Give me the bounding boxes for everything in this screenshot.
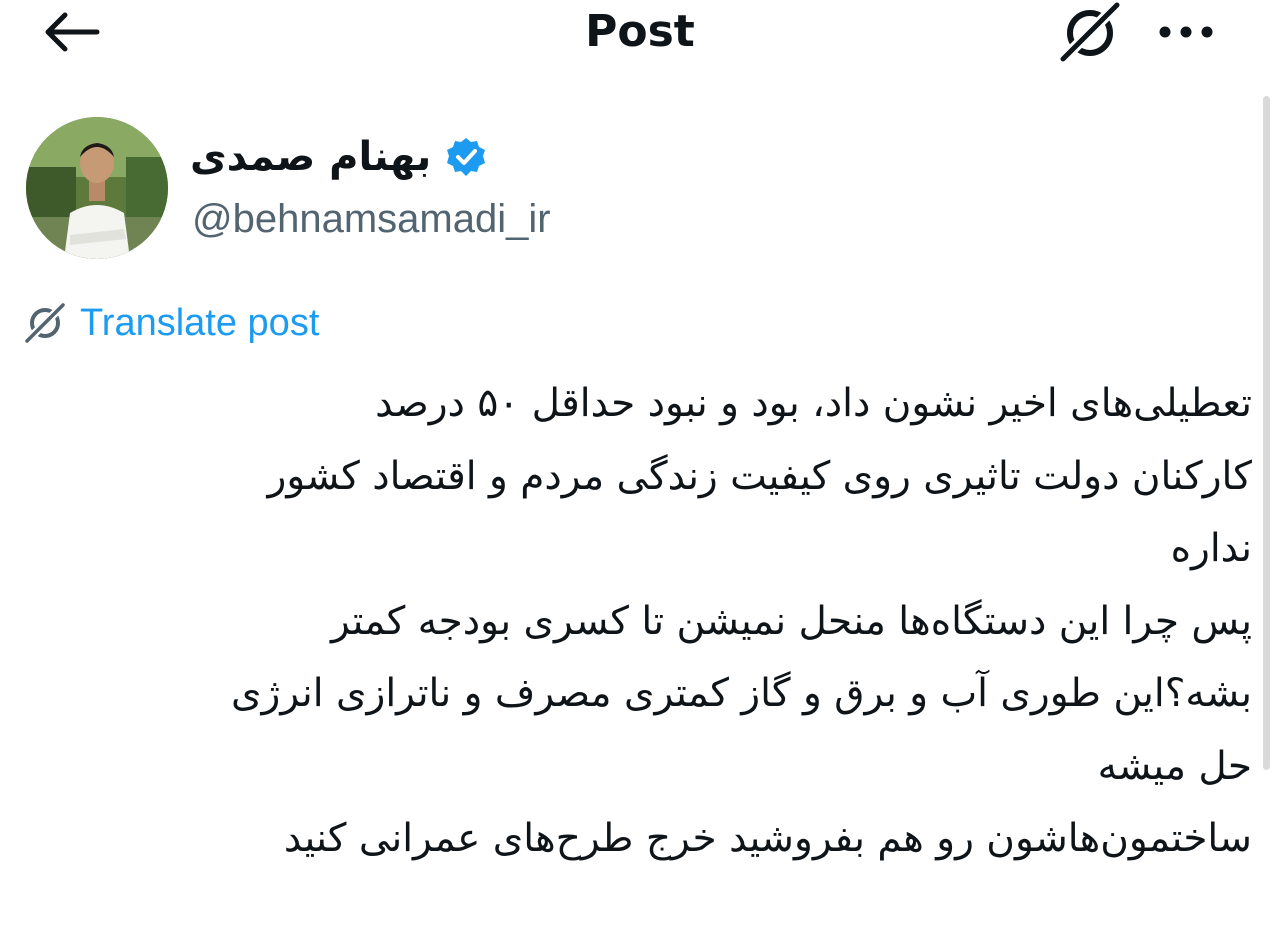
translate-post-label: Translate post xyxy=(80,301,320,344)
post-text-line: بشه؟این طوری آب و برق و گاز کمتری مصرف و… xyxy=(231,671,1252,716)
post-text-line: کارکنان دولت تاثیری روی کیفیت زندگی مردم… xyxy=(267,453,1252,499)
scrollbar[interactable] xyxy=(1263,96,1270,770)
profile-photo xyxy=(26,117,168,259)
author-name-row: بهنام صمدی xyxy=(190,130,487,184)
more-horizontal-icon xyxy=(1159,26,1213,38)
more-options-button[interactable] xyxy=(1150,8,1222,56)
top-bar: Post xyxy=(0,0,1280,70)
grok-button[interactable] xyxy=(1054,1,1126,63)
post-text: تعطیلی‌های اخیر نشون داد، بود و نبود حدا… xyxy=(30,368,1252,876)
post-text-line: ساختمون‌هاشون رو هم بفروشید خرج طرح‌های … xyxy=(283,816,1252,861)
avatar[interactable] xyxy=(26,117,168,259)
post-text-line: نداره xyxy=(1170,526,1252,571)
grok-icon xyxy=(1059,1,1121,63)
author-handle[interactable]: @behnamsamadi_ir xyxy=(192,192,551,246)
post-text-line: پس چرا این دستگاه‌ها منحل نمیشن تا کسری … xyxy=(330,598,1252,644)
verified-badge-icon xyxy=(447,138,486,176)
translate-post-button[interactable]: Translate post xyxy=(24,298,319,348)
grok-translate-icon xyxy=(24,302,66,344)
post-text-line: تعطیلی‌های اخیر نشون داد، بود و نبود حدا… xyxy=(375,381,1252,426)
post-text-line: حل میشه xyxy=(1097,743,1252,789)
author-display-name[interactable]: بهنام صمدی xyxy=(190,130,431,184)
